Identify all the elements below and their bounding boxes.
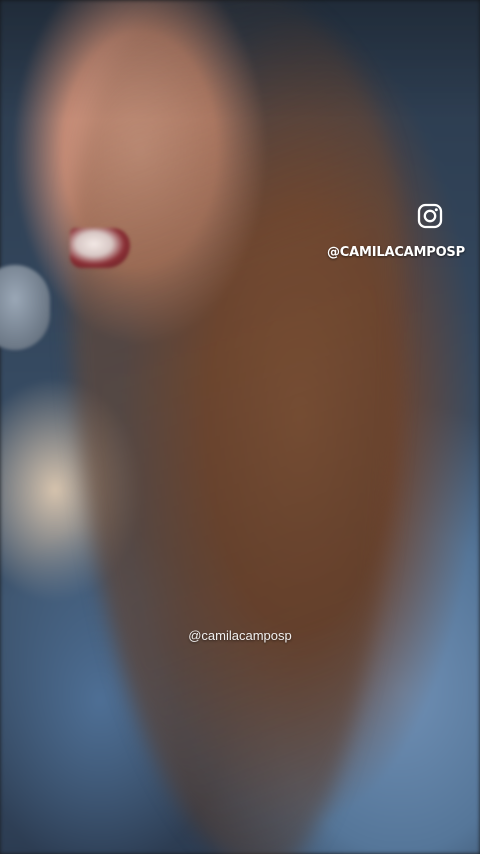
video-subject-mouth [70, 228, 130, 268]
instagram-icon[interactable] [417, 203, 443, 229]
video-frame[interactable]: @CAMILACAMPOSP @camilacamposp [0, 0, 480, 854]
instagram-handle-overlay[interactable]: @CAMILACAMPOSP [327, 245, 465, 260]
top-gradient [0, 0, 480, 120]
tiktok-username-watermark: @camilacamposp [188, 628, 292, 643]
